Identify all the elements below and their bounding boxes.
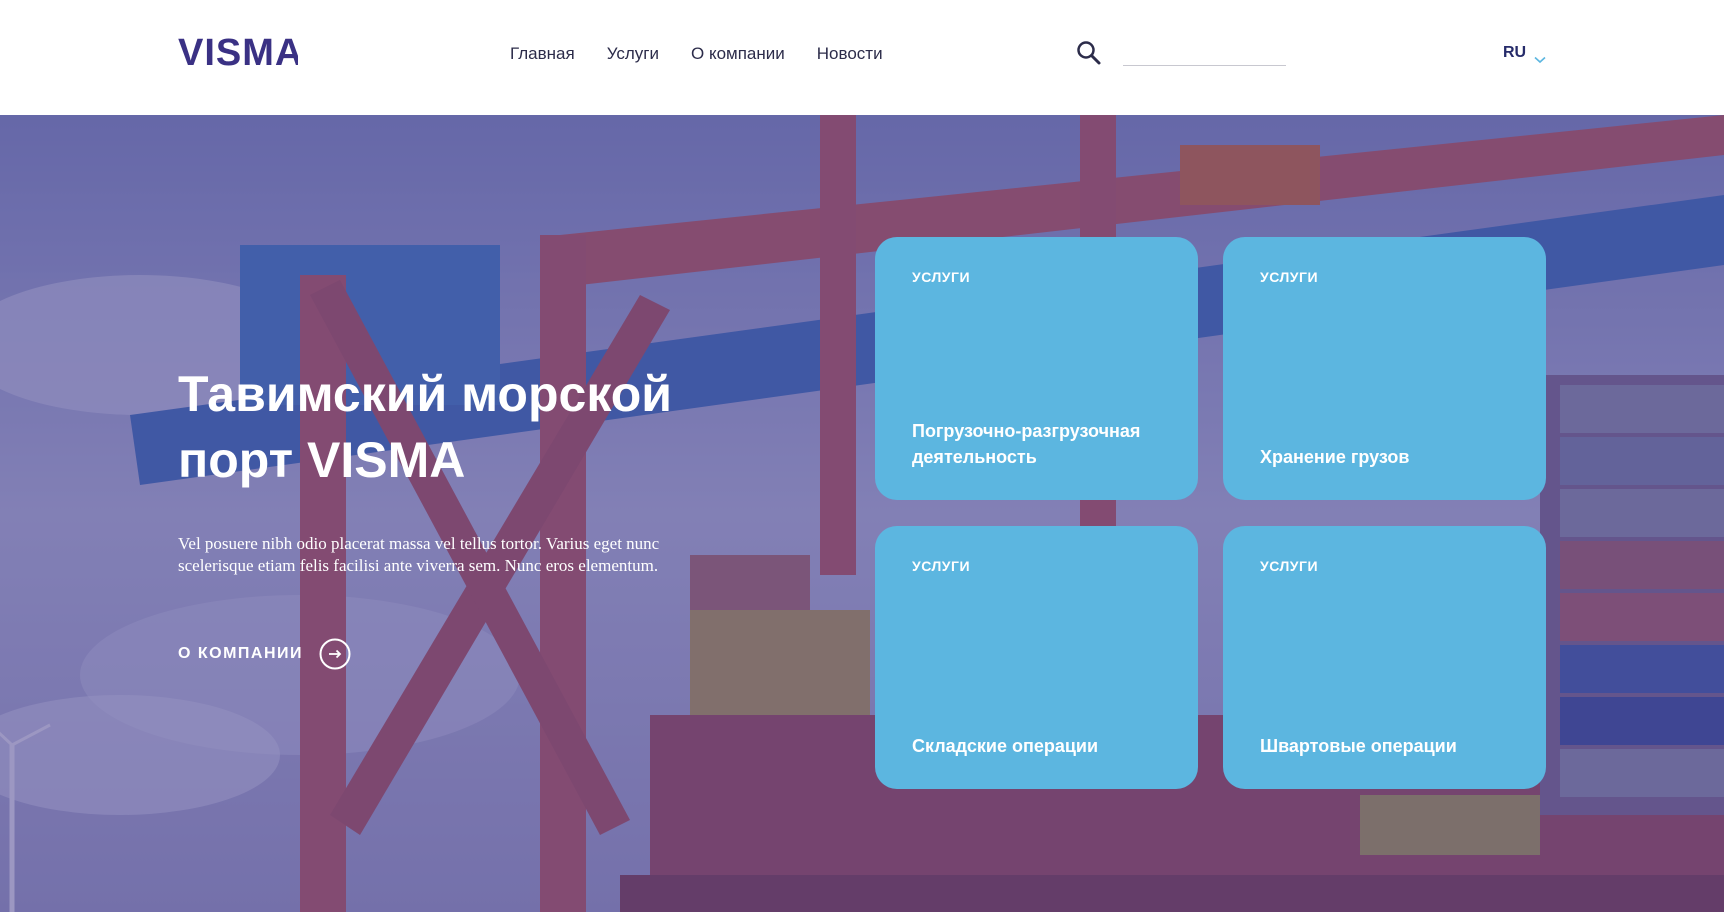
svg-text:VISMA: VISMA [178,32,298,72]
visma-logo[interactable]: VISMA [178,32,298,72]
about-company-label: О КОМПАНИИ [178,645,304,662]
card-title: Швартовые операции [1260,736,1457,756]
card-title: Погрузочно-разгрузочная деятельность [912,421,1141,467]
nav-item-about[interactable]: О компании [691,44,785,64]
hero-section: Тавимский морской порт VISMA Vel posuere… [0,115,1724,912]
card-tag: УСЛУГИ [912,558,971,574]
main-nav: Главная Услуги О компании Новости [510,44,915,64]
hero-title: Тавимский морской порт VISMA [178,366,672,488]
search-icon[interactable] [1076,40,1102,66]
chevron-down-icon [1534,49,1546,64]
card-tag: УСЛУГИ [1260,558,1319,574]
card-tag: УСЛУГИ [1260,269,1319,285]
card-title: Хранение грузов [1260,447,1410,467]
service-card-storage[interactable]: УСЛУГИ Хранение грузов [1223,237,1546,500]
card-tag: УСЛУГИ [912,269,971,285]
site-header: VISMA Главная Услуги О компании Новости … [0,0,1724,115]
service-card-warehouse[interactable]: УСЛУГИ Складские операции [875,526,1198,789]
hero-overlay [0,115,1724,912]
card-title: Складские операции [912,736,1099,756]
language-selector[interactable]: RU [1503,44,1546,64]
service-card-loading[interactable]: УСЛУГИ Погрузочно-разгрузочная деятельно… [875,237,1198,500]
language-label: RU [1503,44,1527,61]
search-input[interactable] [1123,42,1286,66]
about-company-link[interactable]: О КОМПАНИИ [178,638,351,670]
service-card-mooring[interactable]: УСЛУГИ Швартовые операции [1223,526,1546,789]
hero-description: Vel posuere nibh odio placerat massa vel… [178,534,660,575]
nav-item-home[interactable]: Главная [510,44,575,64]
nav-item-news[interactable]: Новости [817,44,883,64]
nav-item-services[interactable]: Услуги [607,44,659,64]
arrow-right-circle-icon [319,638,351,670]
